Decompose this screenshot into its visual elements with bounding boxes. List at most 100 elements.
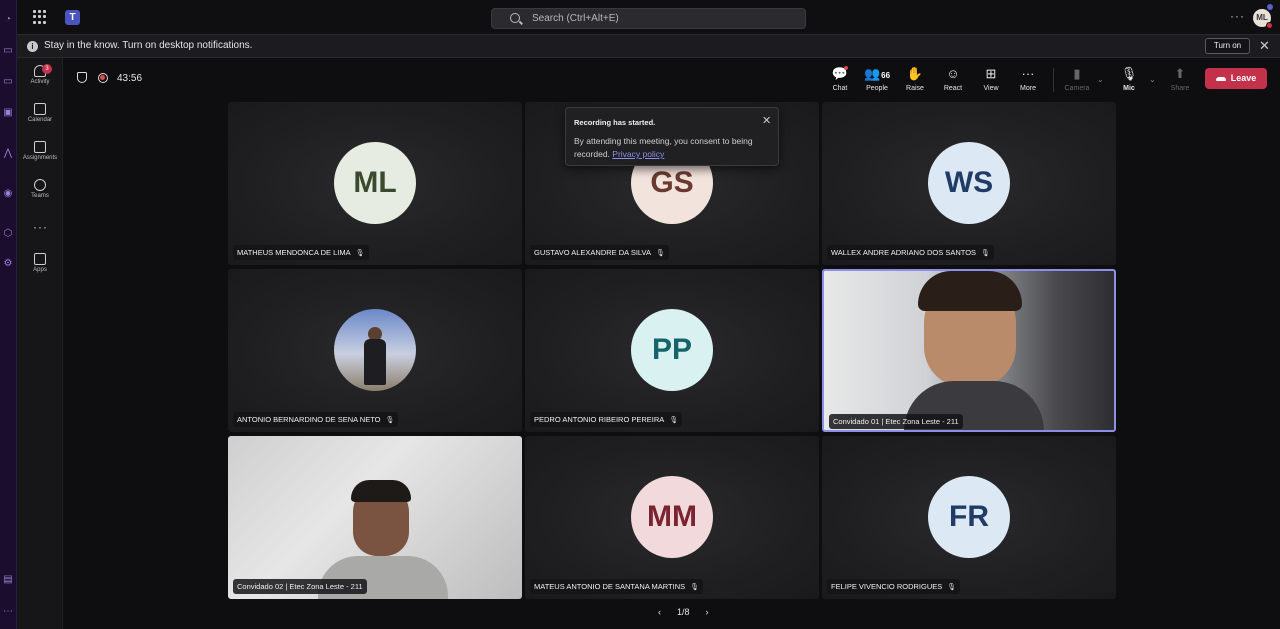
recording-notice-popup: Recording has started. ✕ By attending th… [565, 107, 779, 166]
participant-name: Convidado 01 | Etec Zona Leste - 211 [829, 414, 963, 429]
camera-off-icon: ▮ [1073, 66, 1081, 81]
notification-dot [1267, 4, 1273, 10]
chevron-down-icon[interactable]: ⌄ [1149, 75, 1156, 84]
search-icon [510, 13, 520, 23]
popup-title: Recording has started. [574, 118, 656, 127]
taskbar-icon[interactable]: ▭ [2, 76, 14, 88]
privacy-policy-link[interactable]: Privacy policy [612, 149, 664, 159]
video-tile[interactable]: ANTONIO BERNARDINO DE SENA NETO 🎙 [228, 269, 522, 432]
video-tile[interactable]: FR FELIPE VIVENCIO RODRIGUES 🎙 [822, 436, 1116, 599]
close-icon[interactable]: ✕ [1259, 38, 1270, 54]
video-tile[interactable]: ML MATHEUS MENDONCA DE LIMA 🎙 [228, 102, 522, 265]
video-tile-active-speaker[interactable]: Convidado 01 | Etec Zona Leste - 211 [822, 269, 1116, 432]
raise-label: Raise [906, 85, 924, 92]
participant-video-hair [918, 271, 1022, 311]
turn-on-button[interactable]: Turn on [1205, 38, 1250, 54]
taskbar-icon[interactable]: ⋀ [2, 148, 14, 160]
chat-label: Chat [832, 85, 848, 92]
rail-item-apps[interactable]: Apps [17, 248, 63, 282]
rail-item-calendar[interactable]: Calendar [17, 98, 63, 132]
presence-status-icon [1266, 22, 1273, 29]
teams-logo-icon: T [65, 10, 80, 25]
participant-initials: WS [928, 142, 1010, 224]
meeting-timer: 43:56 [117, 73, 143, 84]
participant-name: MATEUS ANTONIO DE SANTANA MARTINS 🎙 [530, 579, 704, 594]
avatar-initials: ML [1256, 13, 1268, 22]
people-button[interactable]: 👥66 People [860, 66, 894, 92]
calendar-icon [34, 103, 46, 115]
leave-button[interactable]: Leave [1205, 68, 1267, 89]
profile-avatar[interactable]: ML [1253, 4, 1273, 29]
search-placeholder: Search (Ctrl+Alt+E) [532, 13, 619, 24]
settings-more-button[interactable]: ··· [1230, 9, 1245, 23]
rail-item-label: Activity [30, 79, 50, 85]
more-apps-button[interactable]: ··· [33, 220, 48, 234]
taskbar-icon[interactable]: ◔ [2, 14, 14, 26]
more-button[interactable]: ··· More [1011, 66, 1045, 92]
teams-icon [34, 179, 46, 191]
camera-button[interactable]: ▮ Camera [1060, 66, 1094, 92]
prev-page-button[interactable]: ‹ [658, 607, 661, 617]
title-bar: T Search (Ctrl+Alt+E) ··· ML [17, 0, 1280, 35]
participant-initials: MM [631, 476, 713, 558]
app-rail: Activity 3 Calendar Assignments Teams ··… [17, 58, 63, 629]
taskbar-icon[interactable]: ⚙ [2, 258, 14, 270]
mic-button[interactable]: 🎙 Mic [1112, 66, 1146, 92]
app-launcher-icon[interactable] [33, 10, 47, 24]
participant-name: PEDRO ANTONIO RIBEIRO PEREIRA 🎙 [530, 412, 683, 427]
mic-muted-icon: 🎙 [690, 584, 700, 591]
taskbar-icon[interactable]: ◉ [2, 188, 14, 200]
people-icon: 👥66 [863, 66, 891, 81]
recording-icon [98, 73, 108, 83]
info-icon: i [27, 41, 38, 52]
taskbar-icon[interactable]: ▭ [2, 45, 14, 57]
chevron-down-icon[interactable]: ⌄ [1097, 75, 1104, 84]
participant-video-hair [351, 480, 411, 502]
taskbar-icon[interactable]: ⋯ [2, 606, 14, 618]
unread-dot [844, 66, 848, 70]
mic-muted-icon: 🎙 [981, 250, 990, 257]
meeting-stage: 43:56 💬 Chat 👥66 People ✋ Raise ☺ React … [63, 58, 1280, 629]
share-icon: ⬆ [1174, 66, 1186, 81]
divider [1053, 68, 1054, 92]
participant-initials: PP [631, 309, 713, 391]
rail-item-label: Calendar [27, 117, 53, 123]
page-navigator: ‹ 1/8 › [650, 607, 717, 617]
close-icon[interactable]: ✕ [762, 114, 771, 127]
apps-icon [34, 253, 46, 265]
video-tile[interactable]: Convidado 02 | Etec Zona Leste - 211 [228, 436, 522, 599]
chat-button[interactable]: 💬 Chat [823, 66, 857, 92]
mic-muted-icon: 🎙 [947, 584, 957, 591]
rail-item-assignments[interactable]: Assignments [17, 136, 63, 170]
taskbar-icon[interactable]: ▣ [2, 107, 14, 119]
rail-item-activity[interactable]: Activity 3 [17, 60, 63, 94]
mic-off-icon: 🎙 [1120, 66, 1138, 81]
mic-label: Mic [1123, 85, 1135, 92]
camera-label: Camera [1064, 85, 1090, 92]
smiley-icon: ☺ [946, 66, 960, 81]
participant-initials: ML [334, 142, 416, 224]
raise-hand-button[interactable]: ✋ Raise [898, 66, 932, 92]
video-tile[interactable]: PP PEDRO ANTONIO RIBEIRO PEREIRA 🎙 [525, 269, 819, 432]
next-page-button[interactable]: › [706, 607, 709, 617]
mic-muted-icon: 🎙 [669, 417, 679, 424]
video-tile[interactable]: MM MATEUS ANTONIO DE SANTANA MARTINS 🎙 [525, 436, 819, 599]
taskbar-icon[interactable]: ▤ [2, 574, 14, 586]
search-input[interactable]: Search (Ctrl+Alt+E) [491, 8, 806, 29]
activity-badge: 3 [42, 64, 52, 74]
video-tile[interactable]: WS WALLEX ANDRE ADRIANO DOS SANTOS 🎙 [822, 102, 1116, 265]
shield-icon [77, 72, 87, 83]
more-label: More [1020, 85, 1036, 92]
view-label: View [983, 85, 999, 92]
view-button[interactable]: ⊞ View [974, 66, 1008, 92]
taskbar-icon[interactable]: ⬡ [2, 228, 14, 240]
react-button[interactable]: ☺ React [936, 66, 970, 92]
participant-initials: FR [928, 476, 1010, 558]
page-indicator: 1/8 [677, 607, 690, 617]
people-label: People [866, 85, 888, 92]
rail-item-teams[interactable]: Teams [17, 174, 63, 208]
rail-item-label: Assignments [22, 155, 58, 161]
teams-window: ◔ ▭ ▭ ▣ ⋀ ◉ ⬡ ⚙ ▤ ⋯ T Search (Ctrl+Alt+E… [0, 0, 1280, 629]
share-button[interactable]: ⬆ Share [1163, 66, 1197, 92]
assignments-icon [34, 141, 46, 153]
